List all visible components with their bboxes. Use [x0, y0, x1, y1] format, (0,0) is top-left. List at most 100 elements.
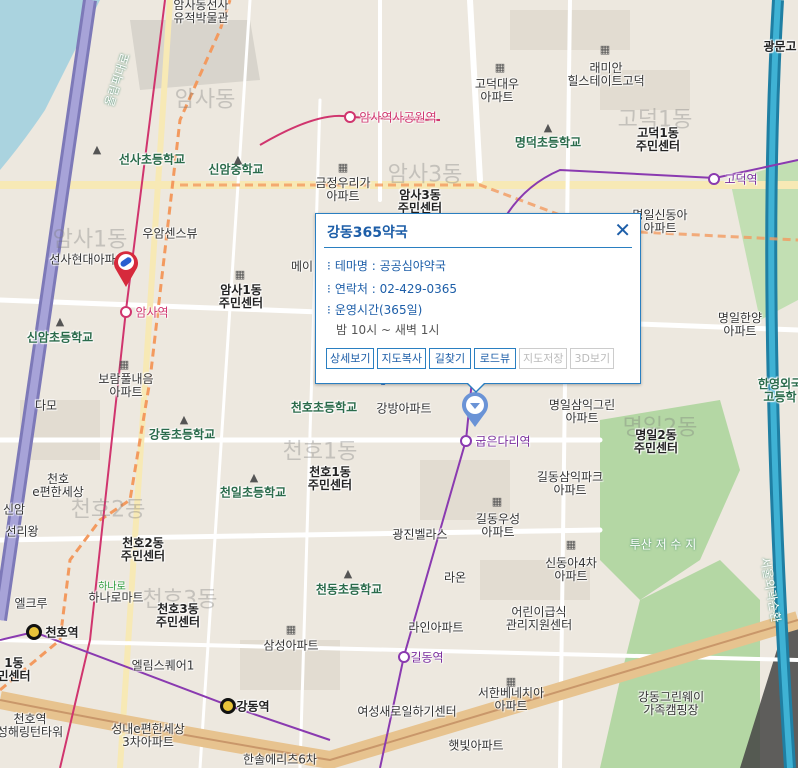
station-gildong-label[interactable]: 길동역 [410, 651, 443, 665]
station-amsa-marker[interactable] [120, 306, 132, 318]
label-hanyoung[interactable]: 한영외국 고등학 [758, 378, 798, 404]
school-icon: ▲ [249, 471, 259, 484]
popup-hours-label-text: 운영시간(365일) [334, 303, 423, 317]
label-sinam-elem[interactable]: 신암초등학교 [27, 331, 93, 345]
copy-map-button[interactable]: 지도복사 [377, 348, 426, 369]
station-cheonho-marker[interactable] [26, 624, 42, 640]
label-cheonho-elem[interactable]: 천호초등학교 [291, 401, 357, 415]
label-cheonho1[interactable]: 천호1동 주민센터 [308, 466, 352, 492]
label-gildong-woosung[interactable]: 길동우성 아파트 [476, 513, 520, 539]
pharmacy-pin-icon[interactable] [112, 248, 140, 288]
label-cheonho-emart[interactable]: 천호 e편한세상 [32, 473, 84, 499]
building-icon: ▦ [337, 161, 349, 174]
label-seongnae[interactable]: 성내e편한세상 3차아파트 [111, 723, 185, 749]
popup-theme-text: 테마명 : 공공심야약국 [334, 259, 446, 273]
label-raemian[interactable]: 래미안 힐스테이트고덕 [567, 62, 644, 88]
label-gildong-samik[interactable]: 길동삼익파크 아파트 [537, 471, 603, 497]
label-cheonho-apt[interactable]: 천호역 성해링턴타워 [0, 713, 63, 739]
label-sindong4[interactable]: 신동아4차 아파트 [545, 557, 597, 583]
label-gangdong-greenway[interactable]: 강동그린웨이 가족캠핑장 [638, 691, 704, 717]
station-gubeundari-marker[interactable] [460, 435, 472, 447]
label-eorin[interactable]: 어린이급식 관리지원센터 [506, 606, 572, 632]
popup-phone-text: 연락처 : 02-429-0365 [334, 282, 457, 296]
station-amsa-park-marker[interactable] [344, 111, 356, 123]
label-hanaro-sign: 하나로 [98, 581, 126, 593]
close-icon[interactable]: ✕ [614, 220, 631, 240]
label-lineapt[interactable]: 라인아파트 [408, 621, 463, 635]
station-gangdong-label[interactable]: 강동역 [236, 700, 269, 714]
label-amsa3[interactable]: 암사3동 주민센터 [398, 189, 442, 215]
station-gangdong-marker[interactable] [220, 698, 236, 714]
label-elims[interactable]: 엘림스퀘어1 [132, 659, 195, 673]
label-godeok-daewoo[interactable]: 고덕대우 아파트 [475, 78, 519, 104]
selected-location-icon[interactable] [460, 390, 490, 428]
popup-tail-inner [467, 382, 485, 391]
label-samsung[interactable]: 삼성아파트 [263, 639, 318, 653]
label-gangbang[interactable]: 강방아파트 [376, 402, 431, 416]
label-myeongil-hanyang[interactable]: 명일한양 아파트 [718, 312, 762, 338]
label-haetmit[interactable]: 햇빛아파트 [448, 739, 503, 753]
pharmacy-info-popup: 강동365약국 ✕ ⁝ 테마명 : 공공심야약국 ⁝ 연락처 : 02-429-03… [315, 213, 641, 393]
school-icon: ▲ [343, 567, 353, 580]
station-godeok-marker[interactable] [708, 173, 720, 185]
directions-button[interactable]: 길찾기 [428, 348, 471, 369]
school-icon: ▲ [233, 153, 243, 166]
label-cheondong[interactable]: 천동초등학교 [316, 583, 382, 597]
label-cheonho2[interactable]: 천호2동 주민센터 [121, 537, 165, 563]
building-icon: ▦ [599, 43, 611, 56]
label-gwangjin[interactable]: 광진벨라스 [392, 528, 447, 542]
label-amsa1[interactable]: 암사1동 주민센터 [219, 284, 263, 310]
label-amsa-ruins[interactable]: 암사동선사 유적박물관 [173, 0, 228, 25]
label-tusan[interactable]: 투산 저 수 지 [630, 538, 697, 552]
label-elgru[interactable]: 엘크루 [14, 597, 47, 611]
station-cheonho-label[interactable]: 천호역 [45, 626, 78, 640]
label-myeongil-samik[interactable]: 명일삼익그린 아파트 [549, 399, 615, 425]
school-icon: ▲ [179, 413, 189, 426]
area-cheonho1dong: 천호1동 [282, 439, 358, 465]
bullet-icon: ⁝ [327, 259, 331, 273]
label-cheonho3[interactable]: 천호3동 주민센터 [156, 603, 200, 629]
label-raon[interactable]: 라온 [444, 571, 466, 585]
label-cheonil[interactable]: 천일초등학교 [220, 486, 286, 500]
label-gwangmun[interactable]: 광문고 [763, 40, 796, 54]
label-gangdong-elem[interactable]: 강동초등학교 [149, 428, 215, 442]
bullet-icon: ⁝ [327, 282, 331, 296]
station-gubeundari-label[interactable]: 굽은다리역 [475, 435, 530, 449]
building-icon: ▦ [494, 61, 506, 74]
building-icon: ▦ [491, 495, 503, 508]
station-amsa-label[interactable]: 암사역 [135, 306, 168, 320]
roadview-button[interactable]: 로드뷰 [473, 348, 516, 369]
label-yeoseong[interactable]: 여성새로일하기센터 [357, 705, 456, 719]
building-icon: ▦ [285, 623, 297, 636]
station-amsa-park-label[interactable]: 암사역사공원역 [359, 111, 436, 125]
popup-phone: ⁝ 연락처 : 02-429-0365 [327, 280, 457, 297]
label-geumjeong[interactable]: 금정우리가 아파트 [315, 177, 370, 203]
station-godeok-label[interactable]: 고덕역 [724, 173, 757, 187]
area-amsa3dong: 암사3동 [387, 162, 463, 188]
school-icon: ▲ [92, 143, 102, 156]
label-myeongil2[interactable]: 명일2동 주민센터 [634, 429, 678, 455]
building-icon: ▦ [565, 538, 577, 551]
label-hansol[interactable]: 한솔에리츠6차 [243, 753, 317, 767]
label-seonsa-elem[interactable]: 선사초등학교 [119, 153, 185, 167]
school-icon: ▲ [55, 315, 65, 328]
label-cheonho1dong-side[interactable]: 1동 민센터 [0, 657, 31, 683]
station-gildong-marker[interactable] [398, 651, 410, 663]
popup-button-row: 상세보기 지도복사 길찾기 로드뷰 지도저장 3D보기 [326, 348, 615, 369]
building-icon: ▦ [118, 358, 130, 371]
building-icon: ▦ [505, 675, 517, 688]
detail-button[interactable]: 상세보기 [326, 348, 375, 369]
label-godeok1[interactable]: 고덕1동 주민센터 [636, 127, 680, 153]
label-mei[interactable]: 메이 [291, 260, 313, 274]
label-sinam[interactable]: 신암 [3, 503, 25, 517]
label-damo[interactable]: 다모 [35, 399, 57, 413]
label-myeongdeok[interactable]: 명덕초등학교 [515, 136, 581, 150]
area-godeok1dong: 고덕1동 [617, 107, 693, 133]
label-borampool[interactable]: 보람풀내음 아파트 [98, 373, 153, 399]
save-map-button[interactable]: 지도저장 [518, 348, 568, 369]
label-seonriwang[interactable]: 선리왕 [5, 525, 38, 539]
label-uam[interactable]: 우암센스뷰 [142, 227, 197, 241]
label-seohan[interactable]: 서한베네치아 아파트 [478, 687, 544, 713]
area-amsadong: 암사동 [174, 87, 236, 113]
3d-view-button[interactable]: 3D보기 [570, 348, 615, 369]
